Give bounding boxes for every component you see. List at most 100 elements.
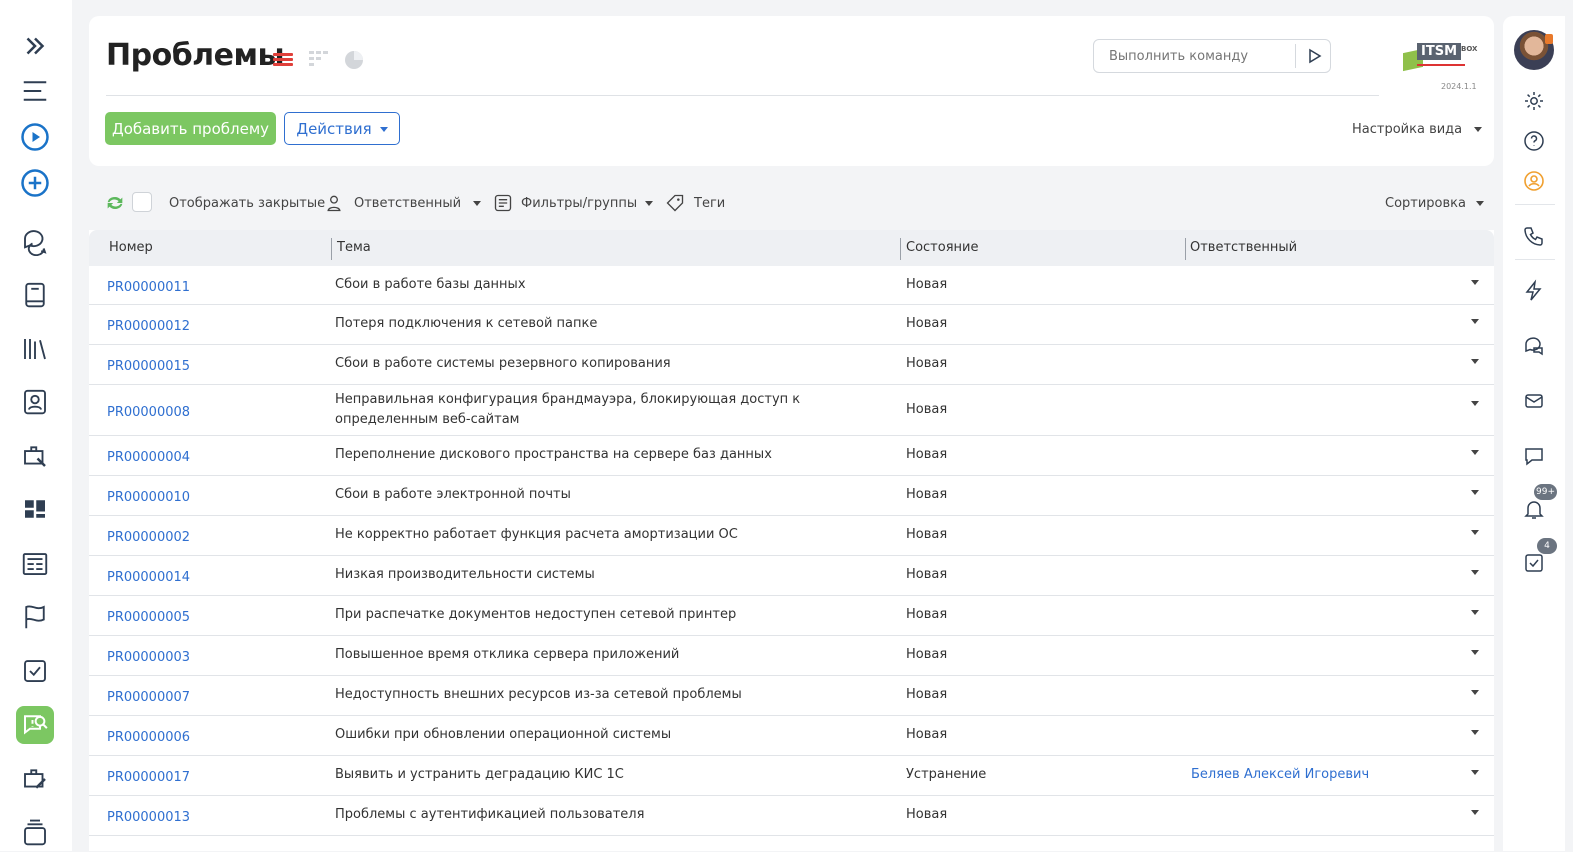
table-row[interactable]: PR00000005 При распечатке документов недо… — [89, 596, 1494, 636]
problem-id-link[interactable]: PR00000010 — [107, 490, 190, 505]
dashboard-icon[interactable] — [16, 490, 54, 528]
problem-id-link[interactable]: PR00000003 — [107, 650, 190, 665]
chat-bubbles-icon[interactable] — [16, 222, 54, 260]
table-row[interactable]: PR00000010 Сбои в работе электронной почт… — [89, 476, 1494, 516]
problem-state: Новая — [906, 356, 948, 371]
list-view-icon[interactable] — [272, 48, 294, 70]
column-resize-handle[interactable] — [1185, 238, 1186, 260]
actions-dropdown-button[interactable]: Действия — [284, 112, 400, 145]
problem-id-link[interactable]: PR00000017 — [107, 770, 190, 785]
table-row[interactable]: PR00000006 Ошибки при обновлении операцио… — [89, 716, 1494, 756]
problem-id-link[interactable]: PR00000002 — [107, 530, 190, 545]
bell-icon[interactable]: 99+ — [1519, 484, 1557, 524]
problem-id-link[interactable]: PR00000006 — [107, 730, 190, 745]
column-header-number[interactable]: Номер — [109, 230, 153, 266]
command-input[interactable] — [1094, 40, 1290, 72]
problem-topic: Повышенное время отклика сервера приложе… — [335, 647, 680, 662]
chevron-down-icon — [1474, 127, 1483, 132]
tags-filter[interactable]: Теги — [665, 184, 725, 222]
run-command-button[interactable] — [1302, 44, 1326, 68]
contact-card-icon[interactable] — [16, 383, 54, 421]
table-row[interactable]: PR00000003 Повышенное время отклика серве… — [89, 636, 1494, 676]
row-expand-chevron-icon[interactable] — [1471, 319, 1479, 324]
flag-icon[interactable] — [16, 598, 54, 636]
task-check-icon[interactable]: 4 — [1519, 538, 1557, 578]
row-expand-chevron-icon[interactable] — [1471, 570, 1479, 575]
column-resize-handle[interactable] — [331, 238, 332, 260]
column-header-state[interactable]: Состояние — [906, 230, 978, 266]
column-header-topic[interactable]: Тема — [337, 230, 371, 266]
column-resize-handle[interactable] — [900, 238, 901, 260]
problem-id-link[interactable]: PR00000014 — [107, 570, 190, 585]
chevron-down-icon — [1476, 200, 1484, 206]
phone-icon[interactable] — [1519, 221, 1549, 251]
filters-groups-dropdown[interactable]: Фильтры/группы — [493, 184, 654, 222]
problem-id-link[interactable]: PR00000011 — [107, 280, 190, 295]
problem-id-link[interactable]: PR00000008 — [107, 405, 190, 420]
calendar-stack-icon[interactable] — [16, 814, 54, 852]
row-expand-chevron-icon[interactable] — [1471, 610, 1479, 615]
briefcase-edit-icon[interactable] — [16, 760, 54, 798]
table-row[interactable]: PR00000007 Недоступность внешних ресурсов… — [89, 676, 1494, 716]
show-closed-label: Отображать закрытые — [169, 195, 326, 211]
table-row[interactable]: PR00000013 Проблемы с аутентификацией пол… — [89, 796, 1494, 836]
problem-id-link[interactable]: PR00000005 — [107, 610, 190, 625]
settings-gear-icon[interactable] — [1519, 86, 1549, 116]
row-expand-chevron-icon[interactable] — [1471, 401, 1479, 406]
problem-id-link[interactable]: PR00000007 — [107, 690, 190, 705]
lightning-icon[interactable] — [1519, 276, 1549, 306]
row-expand-chevron-icon[interactable] — [1471, 280, 1479, 285]
show-closed-checkbox[interactable] — [132, 192, 152, 212]
briefcase-wrench-icon[interactable] — [16, 437, 54, 475]
row-expand-chevron-icon[interactable] — [1471, 730, 1479, 735]
mail-icon[interactable] — [1519, 386, 1549, 416]
divider — [1515, 204, 1555, 205]
row-expand-chevron-icon[interactable] — [1471, 810, 1479, 815]
problem-responsible-link[interactable]: Беляев Алексей Игоревич — [1191, 767, 1369, 782]
checkbox-icon[interactable] — [16, 652, 54, 690]
message-icon[interactable] — [1519, 441, 1549, 471]
table-row[interactable]: PR00000012 Потеря подключения к сетевой п… — [89, 305, 1494, 345]
library-icon[interactable] — [16, 330, 54, 368]
table-row[interactable]: PR00000017 Выявить и устранить деградацию… — [89, 756, 1494, 796]
table-row[interactable]: PR00000014 Низкая производительности сист… — [89, 556, 1494, 596]
table-row[interactable]: PR00000015 Сбои в работе системы резервно… — [89, 345, 1494, 385]
refresh-icon[interactable] — [104, 184, 126, 222]
kanban-view-icon[interactable] — [308, 48, 330, 70]
problem-id-link[interactable]: PR00000012 — [107, 319, 190, 334]
expand-icon[interactable] — [16, 27, 54, 65]
problem-state: Устранение — [906, 767, 987, 782]
add-problem-button[interactable]: Добавить проблему — [105, 112, 276, 145]
table-row[interactable]: PR00000004 Переполнение дискового простра… — [89, 436, 1494, 476]
play-circle-icon[interactable] — [16, 118, 54, 156]
row-expand-chevron-icon[interactable] — [1471, 650, 1479, 655]
newspaper-icon[interactable] — [16, 545, 54, 583]
menu-icon[interactable] — [16, 72, 54, 110]
responsible-filter[interactable]: Ответственный — [324, 184, 482, 222]
row-expand-chevron-icon[interactable] — [1471, 450, 1479, 455]
book-icon[interactable] — [16, 276, 54, 314]
problem-id-link[interactable]: PR00000004 — [107, 450, 190, 465]
table-row[interactable]: PR00000011 Сбои в работе базы данных Новая — [89, 266, 1494, 305]
problem-search-icon[interactable] — [16, 706, 54, 744]
row-expand-chevron-icon[interactable] — [1471, 770, 1479, 775]
chart-view-icon[interactable] — [343, 48, 365, 70]
support-agent-icon[interactable] — [1519, 166, 1549, 196]
problem-state: Новая — [906, 807, 948, 822]
problem-topic: Сбои в работе базы данных — [335, 277, 526, 292]
help-icon[interactable] — [1519, 126, 1549, 156]
column-header-responsible[interactable]: Ответственный — [1190, 230, 1297, 266]
row-expand-chevron-icon[interactable] — [1471, 530, 1479, 535]
row-expand-chevron-icon[interactable] — [1471, 690, 1479, 695]
row-expand-chevron-icon[interactable] — [1471, 490, 1479, 495]
row-expand-chevron-icon[interactable] — [1471, 359, 1479, 364]
chat-bubbles-icon[interactable] — [1519, 331, 1549, 361]
app-version: 2024.1.1 — [1441, 82, 1477, 91]
table-row[interactable]: PR00000002 Не корректно работает функция … — [89, 516, 1494, 556]
problem-id-link[interactable]: PR00000015 — [107, 359, 190, 374]
sort-dropdown[interactable]: Сортировка — [1385, 184, 1484, 222]
table-row[interactable]: PR00000008 Неправильная конфигурация бран… — [89, 385, 1494, 436]
plus-circle-icon[interactable] — [16, 164, 54, 202]
problem-id-link[interactable]: PR00000013 — [107, 810, 190, 825]
view-settings-dropdown[interactable]: Настройка вида — [1352, 122, 1483, 137]
